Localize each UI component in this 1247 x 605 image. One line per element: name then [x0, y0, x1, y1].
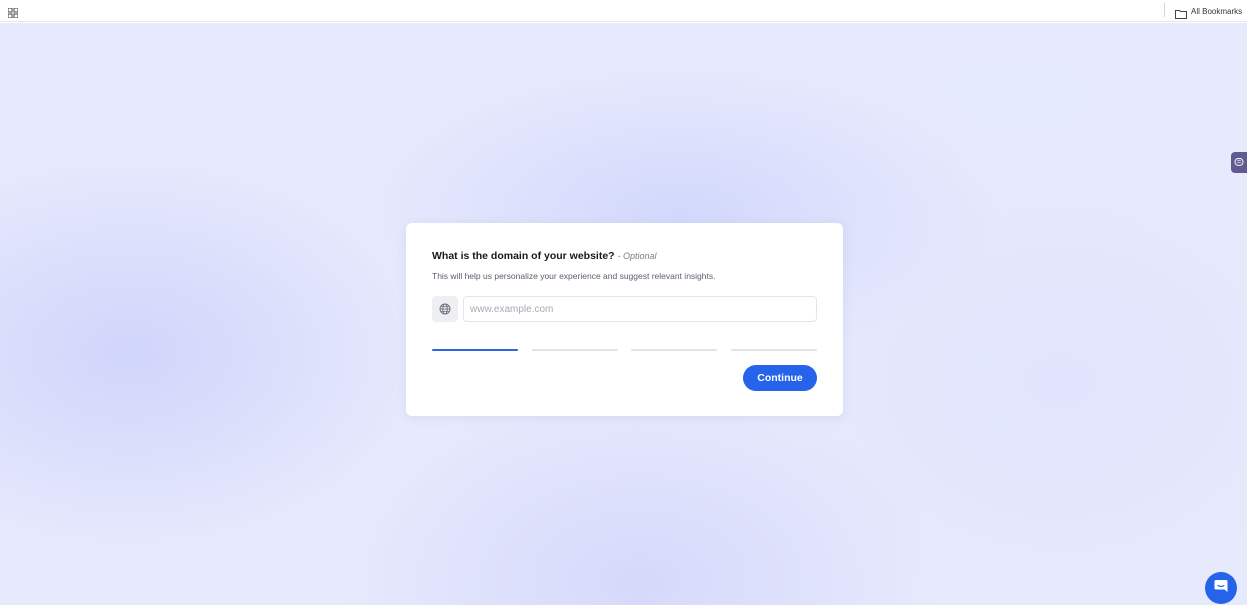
chat-bubble-icon: [1213, 578, 1229, 599]
bookmarks-bar: All Bookmarks: [0, 0, 1247, 22]
card-title: What is the domain of your website? - Op…: [432, 250, 657, 262]
all-bookmarks-folder[interactable]: All Bookmarks: [1175, 3, 1242, 19]
domain-input[interactable]: [463, 296, 817, 322]
chat-launcher-button[interactable]: [1205, 572, 1237, 604]
card-subtitle: This will help us personalize your exper…: [432, 271, 716, 281]
all-bookmarks-label: All Bookmarks: [1191, 6, 1243, 16]
card-title-text: What is the domain of your website?: [432, 250, 615, 262]
progress-step-4: [731, 349, 817, 351]
globe-icon: [432, 296, 458, 322]
side-panel-tab[interactable]: [1231, 152, 1247, 173]
optional-tag: - Optional: [617, 251, 657, 261]
bookmarks-divider: [1164, 3, 1165, 17]
apps-grid-icon[interactable]: [7, 5, 19, 19]
folder-icon: [1175, 6, 1187, 19]
progress-step-2: [532, 349, 618, 351]
continue-button[interactable]: Continue: [743, 365, 817, 391]
domain-card: What is the domain of your website? - Op…: [406, 223, 843, 416]
brain-icon: [1233, 154, 1245, 172]
progress-step-1: [432, 349, 518, 351]
progress-step-3: [631, 349, 717, 351]
